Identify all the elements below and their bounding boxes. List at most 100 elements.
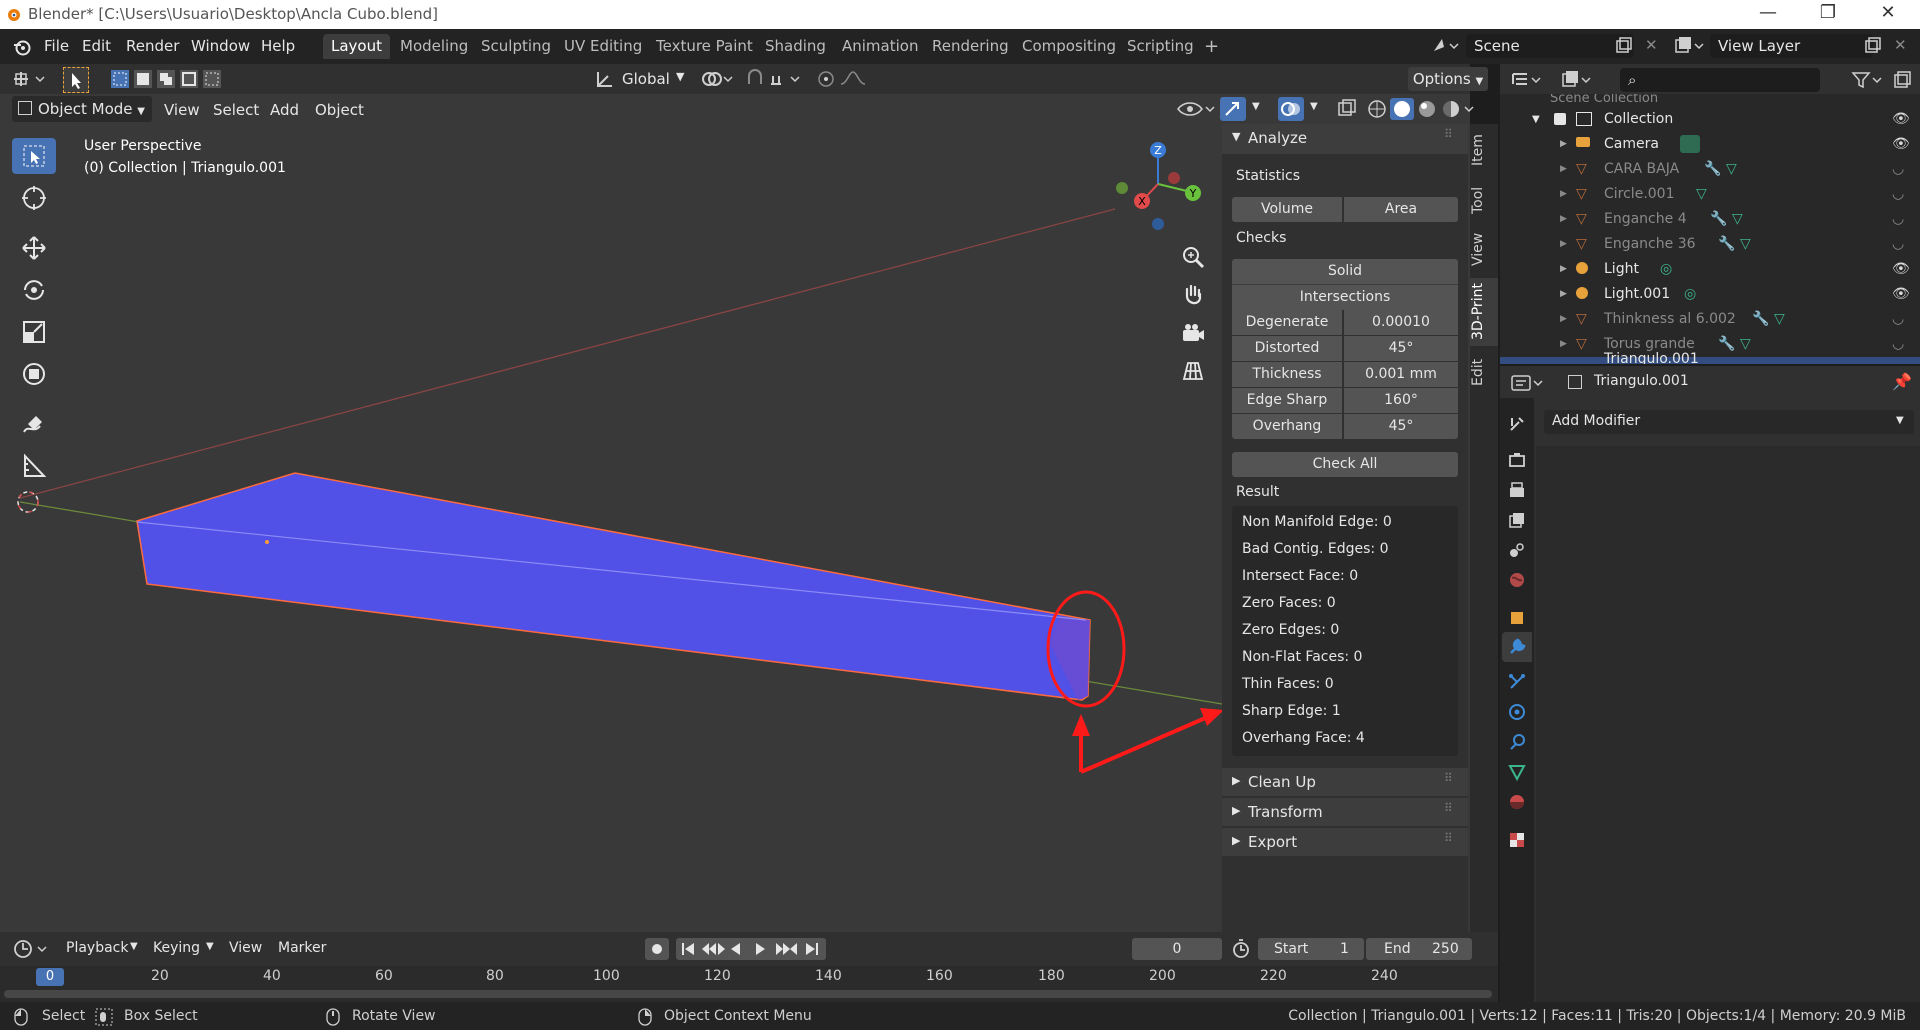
chevron-down-icon[interactable]: ▼	[1252, 101, 1260, 112]
clean-up-panel-header[interactable]: ▶ Clean Up ⠿	[1222, 768, 1468, 796]
transform-panel-header[interactable]: ▶ Transform ⠿	[1222, 798, 1468, 826]
sidebar-tab-tool[interactable]: Tool	[1470, 178, 1498, 222]
menu-playback[interactable]: Playback	[66, 940, 128, 956]
add-workspace-button[interactable]: +	[1196, 34, 1227, 59]
mesh-data-icon[interactable]: ▽	[1726, 157, 1737, 182]
stopwatch-icon[interactable]	[1230, 938, 1252, 960]
playhead[interactable]: 0	[36, 968, 64, 986]
chevron-down-icon[interactable]: ▼	[130, 941, 138, 952]
tab-shading[interactable]: Shading	[757, 34, 834, 59]
record-button[interactable]	[645, 938, 669, 960]
menu-keying[interactable]: Keying	[153, 940, 200, 956]
outliner-item-light-001[interactable]: ▶ Light.001 ◎ 👁	[1500, 282, 1920, 307]
new-collection-icon[interactable]	[1892, 70, 1912, 90]
menu-file[interactable]: File	[44, 37, 69, 55]
chevron-right-icon[interactable]: ▶	[1560, 157, 1567, 182]
constraints-tab-icon[interactable]	[1507, 732, 1527, 752]
current-frame-field[interactable]: 0	[1132, 938, 1222, 960]
options-dropdown[interactable]: Options ▼	[1408, 67, 1488, 91]
data-tab-icon[interactable]	[1507, 762, 1527, 782]
menu-timeline-view[interactable]: View	[229, 940, 262, 956]
edge-sharp-button[interactable]: Edge Sharp	[1232, 388, 1342, 413]
outliner-item-light[interactable]: ▶ Light ◎ 👁	[1500, 257, 1920, 282]
chevron-right-icon[interactable]: ▶	[1560, 257, 1567, 282]
render-tab-icon[interactable]	[1507, 450, 1527, 470]
outliner-editor-type-icon[interactable]	[1510, 69, 1546, 91]
overhang-value[interactable]: 45°	[1344, 414, 1458, 439]
sidebar-tab-edit[interactable]: Edit	[1470, 350, 1498, 394]
check-all-button[interactable]: Check All	[1232, 452, 1458, 477]
mesh-data-icon[interactable]: ▽	[1740, 332, 1751, 357]
eye-icon[interactable]: 👁	[1892, 107, 1910, 132]
chevron-right-icon[interactable]: ▶	[1560, 182, 1567, 207]
degenerate-value[interactable]: 0.00010	[1344, 310, 1458, 335]
view-layer-tab-icon[interactable]	[1507, 510, 1527, 530]
drag-handle-icon[interactable]: ⠿	[1444, 127, 1453, 141]
outliner-item-circle[interactable]: ▶ ▽ Circle.001 ▽ ◡	[1500, 182, 1920, 207]
thickness-value[interactable]: 0.001 mm	[1344, 362, 1458, 387]
eye-icon[interactable]: 👁	[1892, 282, 1910, 307]
export-panel-header[interactable]: ▶ Export ⠿	[1222, 828, 1468, 856]
eye-hidden-icon[interactable]: ◡	[1892, 157, 1904, 182]
tab-layout[interactable]: Layout	[323, 34, 390, 59]
filter-icon[interactable]	[1850, 69, 1886, 91]
intersections-button[interactable]: Intersections	[1232, 284, 1458, 310]
overhang-button[interactable]: Overhang	[1232, 414, 1342, 439]
new-scene-icon[interactable]	[1615, 37, 1633, 55]
new-view-layer-icon[interactable]	[1864, 37, 1882, 55]
chevron-right-icon[interactable]: ▶	[1560, 307, 1567, 332]
object-tab-icon[interactable]	[1507, 608, 1527, 628]
3d-viewport[interactable]: Global ▼ Options ▼ Object Mode ▼ View Se…	[0, 64, 1498, 932]
scene-field[interactable]: Scene	[1466, 34, 1634, 58]
menu-marker[interactable]: Marker	[278, 940, 326, 956]
degenerate-button[interactable]: Degenerate	[1232, 310, 1342, 335]
navigation-gizmo[interactable]: Z Y X	[1108, 138, 1204, 238]
sidebar-tab-item[interactable]: Item	[1470, 124, 1498, 176]
add-modifier-dropdown[interactable]: Add Modifier ▼	[1544, 410, 1914, 434]
remove-view-layer-icon[interactable]: ✕	[1894, 36, 1907, 54]
checkbox-icon[interactable]	[1554, 113, 1566, 125]
end-frame-field[interactable]: End 250	[1366, 938, 1472, 960]
physics-tab-icon[interactable]	[1507, 702, 1527, 722]
chevron-right-icon[interactable]: ▶	[1560, 332, 1567, 357]
outliner-item-camera[interactable]: ▶ Camera 👁	[1500, 132, 1920, 157]
shading-mode-icons[interactable]	[1366, 97, 1476, 121]
wrench-icon[interactable]: 🔧	[1704, 157, 1721, 182]
menu-help[interactable]: Help	[261, 37, 295, 55]
timeline-scrollbar[interactable]	[4, 990, 1492, 998]
world-tab-icon[interactable]	[1507, 570, 1527, 590]
tab-animation[interactable]: Animation	[834, 34, 926, 59]
result-non-manifold[interactable]: Non Manifold Edge: 0	[1242, 514, 1392, 530]
menu-render[interactable]: Render	[126, 37, 179, 55]
minimize-button[interactable]: —	[1748, 2, 1788, 23]
mesh-data-icon[interactable]: ▽	[1732, 207, 1743, 232]
eye-hidden-icon[interactable]: ◡	[1892, 207, 1904, 232]
volume-button[interactable]: Volume	[1232, 197, 1342, 222]
eye-hidden-icon[interactable]: ◡	[1892, 307, 1904, 332]
sidebar-tab-view[interactable]: View	[1470, 224, 1498, 274]
outliner-item-enganche-4[interactable]: ▶ ▽ Enganche 4 🔧 ▽ ◡	[1500, 207, 1920, 232]
drag-handle-icon[interactable]: ⠿	[1444, 771, 1453, 785]
display-mode-icon[interactable]	[1560, 69, 1596, 91]
timeline-editor-type-icon[interactable]	[12, 938, 52, 960]
camera-data-icon[interactable]	[1680, 135, 1700, 153]
result-bad-contig[interactable]: Bad Contig. Edges: 0	[1242, 541, 1389, 557]
tab-sculpting[interactable]: Sculpting	[473, 34, 559, 59]
blender-menu-icon[interactable]	[12, 37, 32, 57]
mesh-data-icon[interactable]: ▽	[1696, 182, 1707, 207]
menu-window[interactable]: Window	[191, 37, 250, 55]
area-button[interactable]: Area	[1344, 197, 1458, 222]
chevron-down-icon[interactable]: ▼	[1310, 101, 1318, 112]
eye-icon[interactable]: 👁	[1892, 132, 1910, 157]
overlays-toggle-icon[interactable]	[1278, 97, 1304, 121]
start-frame-field[interactable]: Start 1	[1258, 938, 1364, 960]
analyze-panel-header[interactable]: ▼ Analyze ⠿	[1222, 124, 1468, 154]
properties-editor-type-icon[interactable]	[1510, 372, 1546, 394]
scene-tab-icon[interactable]	[1507, 540, 1527, 560]
outliner-item-cara-baja[interactable]: ▶ ▽ CARA BAJA 🔧 ▽ ◡	[1500, 157, 1920, 182]
modifier-tab-icon[interactable]	[1502, 632, 1532, 662]
drag-handle-icon[interactable]: ⠿	[1444, 831, 1453, 845]
result-zero-edges[interactable]: Zero Edges: 0	[1242, 622, 1339, 638]
wrench-icon[interactable]: 🔧	[1718, 232, 1735, 257]
chevron-down-icon[interactable]: ▼	[1532, 107, 1540, 132]
